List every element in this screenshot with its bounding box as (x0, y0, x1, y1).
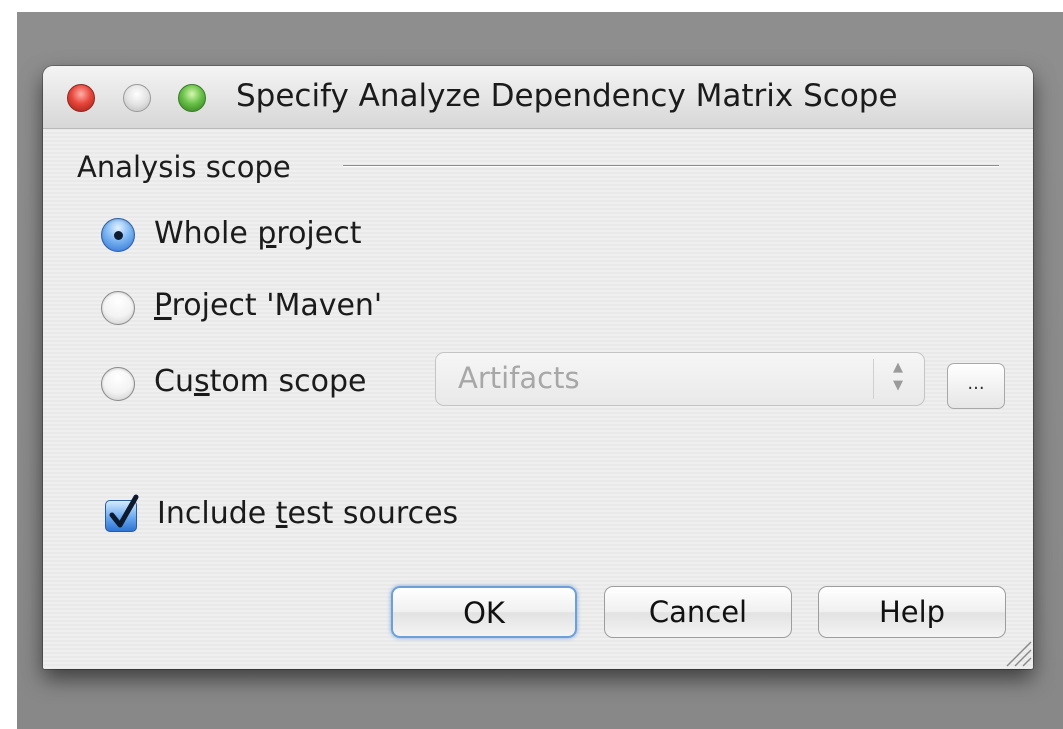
include-test-sources-label[interactable]: Include test sources (157, 496, 458, 531)
window-title: Specify Analyze Dependency Matrix Scope (236, 78, 898, 114)
zoom-window-button[interactable] (178, 84, 206, 112)
resize-grip-icon[interactable] (993, 628, 1033, 668)
include-test-sources-checkbox[interactable] (105, 494, 139, 532)
cancel-button[interactable]: Cancel (604, 586, 792, 638)
whole-project-label[interactable]: Whole project (154, 216, 361, 251)
project-maven-radio[interactable] (101, 291, 135, 325)
help-button[interactable]: Help (818, 586, 1006, 638)
title-bar[interactable]: Specify Analyze Dependency Matrix Scope (43, 66, 1033, 129)
custom-scope-label[interactable]: Custom scope (154, 364, 366, 399)
up-down-arrows-icon: ▲ ▼ (893, 360, 903, 393)
whole-project-radio[interactable] (101, 218, 135, 252)
group-separator-line (343, 165, 999, 167)
dialog-window: Specify Analyze Dependency Matrix Scope … (43, 66, 1033, 669)
analysis-scope-group-label: Analysis scope (77, 150, 291, 184)
radio-selected-dot (114, 231, 123, 240)
checkmark-icon (109, 494, 139, 528)
minimize-window-button[interactable] (123, 84, 151, 112)
ok-button[interactable]: OK (391, 586, 577, 638)
browse-scope-button[interactable]: ... (947, 363, 1005, 409)
custom-scope-select-value: Artifacts (458, 361, 580, 395)
close-window-button[interactable] (67, 84, 95, 112)
custom-scope-select[interactable]: Artifacts ▲ ▼ (435, 352, 925, 406)
project-maven-label[interactable]: Project 'Maven' (154, 288, 382, 323)
custom-scope-radio[interactable] (101, 367, 135, 401)
select-divider (873, 359, 874, 399)
